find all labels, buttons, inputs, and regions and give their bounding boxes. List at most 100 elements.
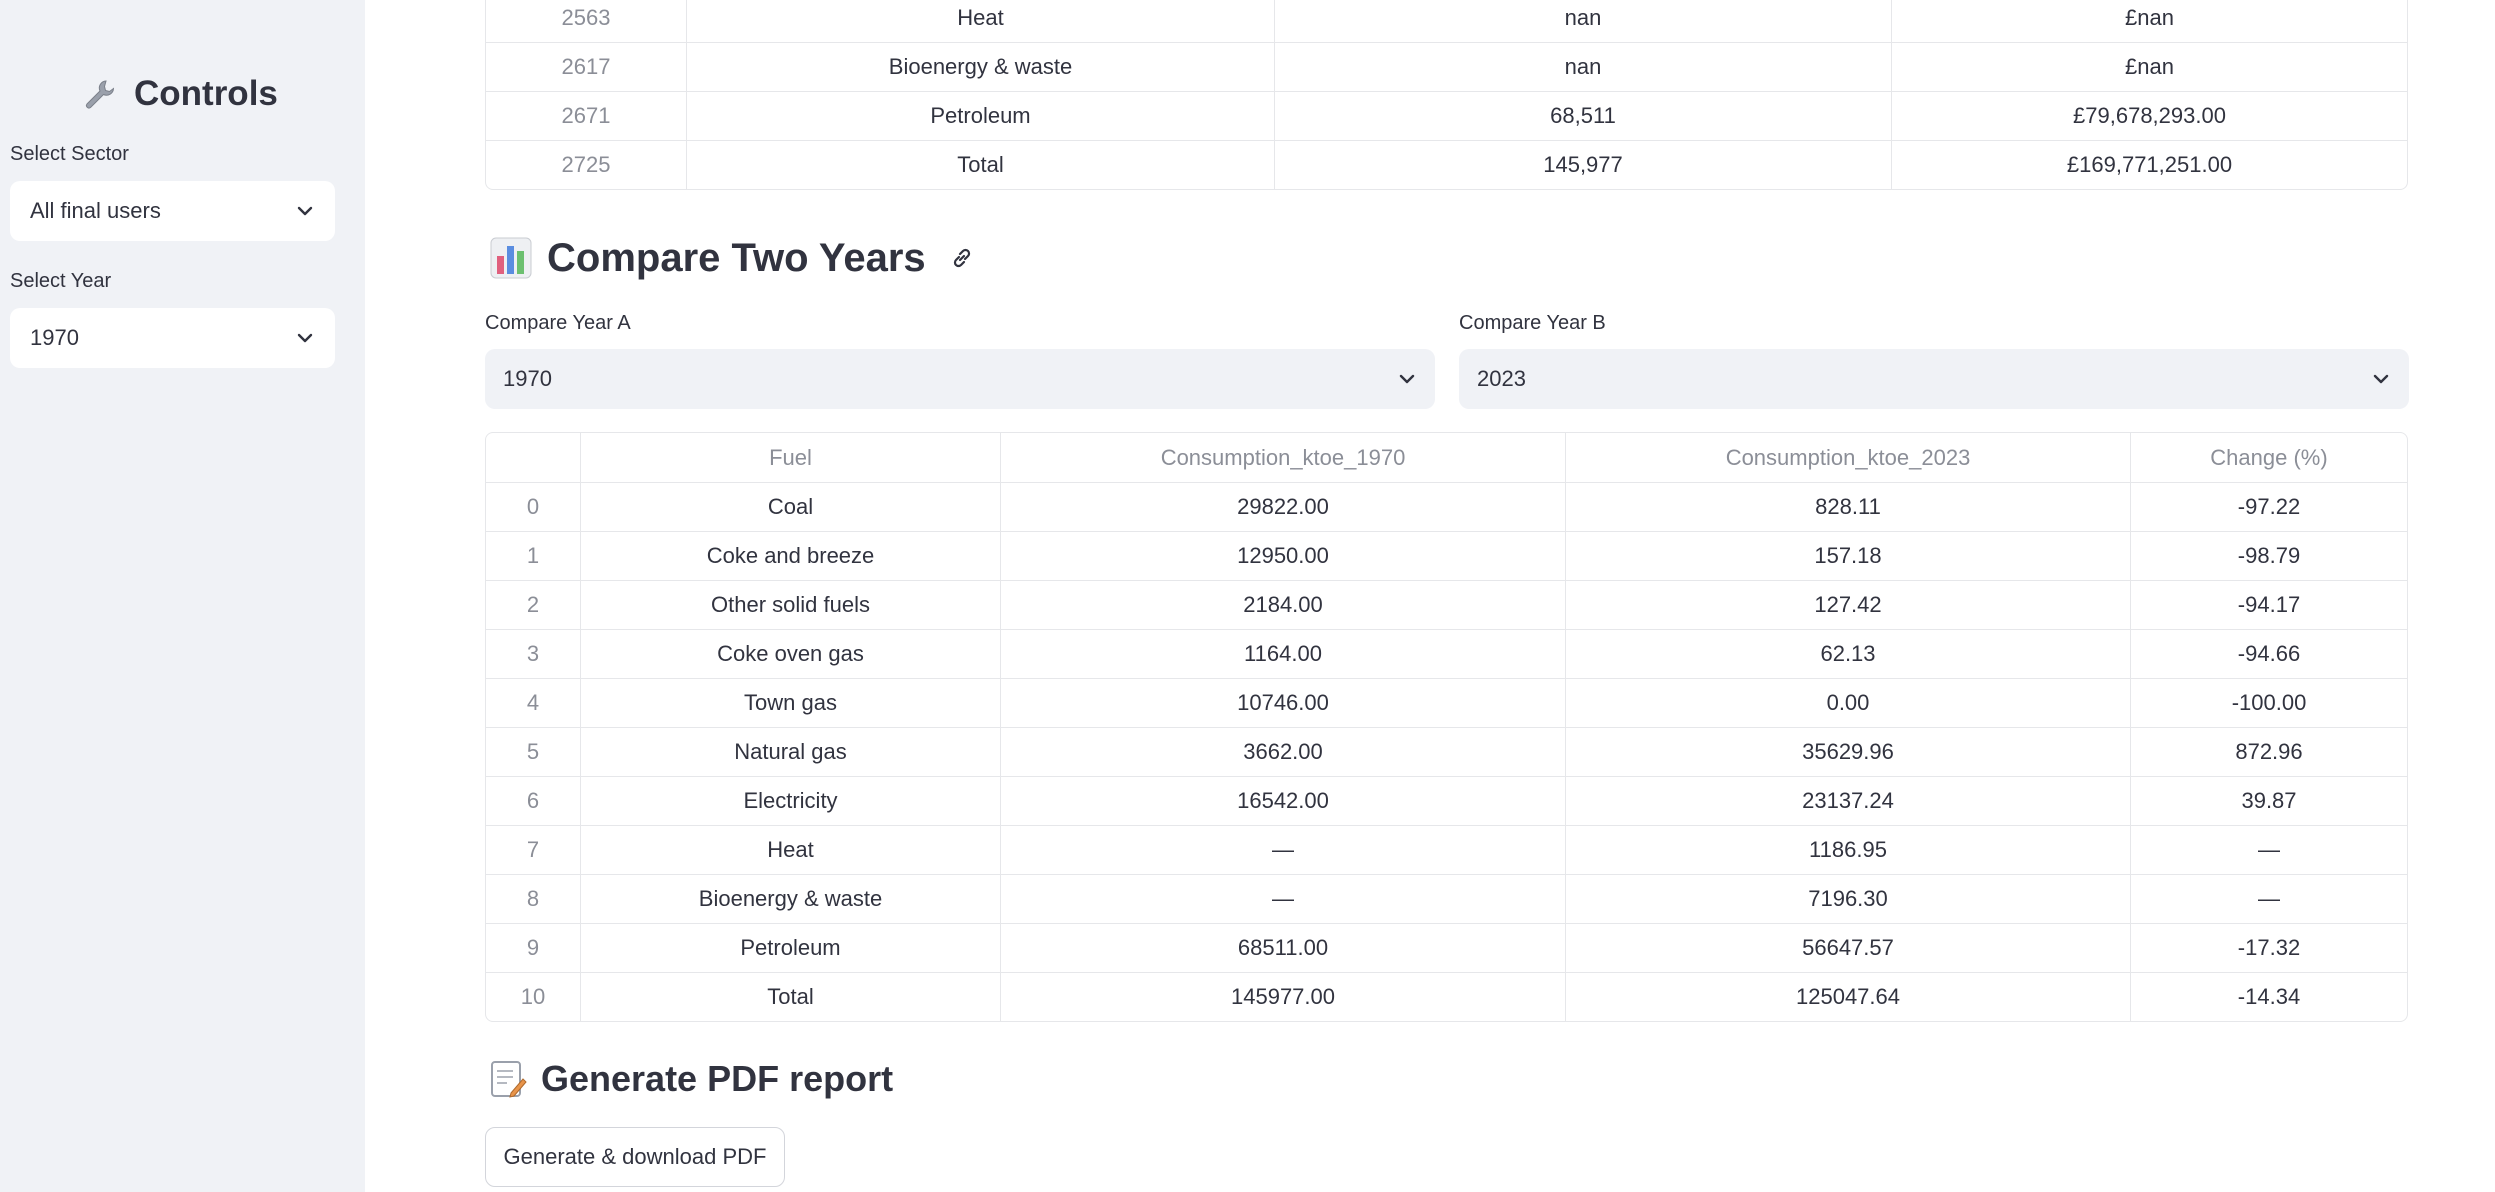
compare-table-header-cell[interactable] [486, 433, 580, 482]
compare-year-a-select[interactable]: 1970 [485, 349, 1435, 409]
compare-title: Compare Two Years [489, 230, 976, 286]
compare-table-index-cell: 0 [526, 494, 540, 519]
compare-table-header-cell[interactable]: Change (%) [2130, 433, 2407, 482]
cost-table-index-cell: 2563 [561, 4, 611, 30]
compare-table-index-cell: 1 [526, 543, 540, 568]
compare-table-cell: Natural gas [580, 728, 1000, 776]
cost-table-cell: 68,511 [1274, 92, 1891, 140]
compare-table-cell: 125047.64 [1565, 973, 2130, 1021]
compare-table-index-cell: 10 [520, 984, 546, 1009]
compare-table: Fuel Consumption_ktoe_1970 Consumption_kto… [485, 432, 2408, 1022]
sector-select[interactable]: All final users [10, 181, 335, 241]
cost-table-cell: nan [1274, 43, 1891, 91]
compare-table-cell: — [1000, 826, 1565, 874]
sidebar: Controls Select Sector All final users S… [0, 0, 365, 1192]
year-select[interactable]: 1970 [10, 308, 335, 368]
compare-table-cell: 127.42 [1565, 581, 2130, 629]
compare-table-cell: 145977.00 [1000, 973, 1565, 1021]
year-select-value: 1970 [30, 325, 79, 350]
cost-table-cell: £169,771,251.00 [1891, 141, 2407, 189]
compare-table-cell: 2184.00 [1000, 581, 1565, 629]
compare-table-cell: 39.87 [2130, 777, 2407, 825]
cost-table-index-cell: 2617 [561, 54, 611, 79]
sector-label: Select Sector [10, 143, 129, 165]
sidebar-title-text: Controls [134, 74, 278, 113]
compare-table-cell: Petroleum [580, 924, 1000, 972]
compare-table-cell: 16542.00 [1000, 777, 1565, 825]
compare-table-cell: -97.22 [2130, 483, 2407, 531]
link-icon[interactable] [948, 244, 976, 272]
compare-table-row: 9 Petroleum 68511.00 56647.57 -17.32 [486, 923, 2407, 972]
compare-table-cell: Coke oven gas [580, 630, 1000, 678]
compare-table-row: 0 Coal 29822.00 828.11 -97.22 [486, 482, 2407, 531]
compare-table-cell: -94.17 [2130, 581, 2407, 629]
compare-table-cell: — [2130, 826, 2407, 874]
sector-select-value: All final users [30, 198, 161, 223]
compare-table-cell: 157.18 [1565, 532, 2130, 580]
compare-table-cell: 12950.00 [1000, 532, 1565, 580]
compare-year-a-label: Compare Year A [485, 312, 631, 334]
compare-table-cell: Town gas [580, 679, 1000, 727]
compare-table-row: 7 Heat —1186.95— [486, 825, 2407, 874]
compare-table-row: 10 Total 145977.00 125047.64 -14.34 [486, 972, 2407, 1021]
compare-table-cell: -14.34 [2130, 973, 2407, 1021]
compare-table-cell: 0.00 [1565, 679, 2130, 727]
compare-table-cell: Bioenergy & waste [580, 875, 1000, 923]
cost-table-cell: 145,977 [1274, 141, 1891, 189]
compare-year-b-value: 2023 [1477, 366, 1526, 391]
cost-table-index-cell: 2671 [561, 103, 611, 128]
cost-table-index-cell: 2725 [561, 152, 611, 177]
compare-table-row: 6 Electricity 16542.00 23137.24 39.87 [486, 776, 2407, 825]
cost-table-row: 2671 Petroleum 68,511 £79,678,293.00 [486, 91, 2407, 140]
compare-table-cell: 35629.96 [1565, 728, 2130, 776]
compare-table-cell: 56647.57 [1565, 924, 2130, 972]
compare-table-row: 1 Coke and breeze 12950.00 157.18 -98.79 [486, 531, 2407, 580]
compare-table-index-cell: 7 [526, 837, 540, 862]
compare-table-header-row: Fuel Consumption_ktoe_1970 Consumption_kto… [486, 433, 2407, 482]
compare-year-a-value: 1970 [503, 366, 552, 391]
pdf-title: Generate PDF report [489, 1054, 893, 1104]
cost-table-row: 2617 Bioenergy & waste nan £nan [486, 42, 2407, 91]
cost-table-cell: Bioenergy & waste [686, 43, 1274, 91]
cost-table-cell: £79,678,293.00 [1891, 92, 2407, 140]
compare-year-b-label: Compare Year B [1459, 312, 1606, 334]
memo-icon [491, 1061, 527, 1098]
compare-table-cell: 872.96 [2130, 728, 2407, 776]
chevron-down-icon [1399, 374, 1415, 384]
generate-pdf-button[interactable]: Generate & download PDF [485, 1127, 785, 1187]
compare-table-cell: 828.11 [1565, 483, 2130, 531]
compare-table-index-cell: 2 [526, 592, 540, 617]
sidebar-title: Controls [82, 70, 278, 118]
compare-table-row: 2 Other solid fuels 2184.00 127.42 -94.17 [486, 580, 2407, 629]
cost-table-cell: nan [1274, 0, 1891, 42]
compare-table-index-cell: 6 [526, 788, 540, 813]
compare-table-header-cell[interactable]: Consumption_ktoe_2023 [1565, 433, 2130, 482]
compare-table-cell: 1186.95 [1565, 826, 2130, 874]
cost-table-cell: £nan [1891, 43, 2407, 91]
compare-year-b-select[interactable]: 2023 [1459, 349, 2409, 409]
compare-table-cell: Total [580, 973, 1000, 1021]
compare-table-cell: -17.32 [2130, 924, 2407, 972]
compare-table-cell: -100.00 [2130, 679, 2407, 727]
compare-table-cell: 68511.00 [1000, 924, 1565, 972]
compare-table-cell: Coke and breeze [580, 532, 1000, 580]
compare-table-header-cell[interactable]: Fuel [580, 433, 1000, 482]
compare-table-cell: -94.66 [2130, 630, 2407, 678]
compare-table-index-cell: 8 [526, 886, 540, 911]
year-label: Select Year [10, 270, 112, 292]
compare-table-cell: 3662.00 [1000, 728, 1565, 776]
compare-table-index-cell: 5 [526, 739, 540, 764]
bar-chart-icon [490, 237, 532, 279]
compare-table-cell: 29822.00 [1000, 483, 1565, 531]
compare-table-cell: Coal [580, 483, 1000, 531]
compare-table-header-cell[interactable]: Consumption_ktoe_1970 [1000, 433, 1565, 482]
cost-table: 2563 Heat nan £nan 2617 Bioenergy & waste nan £… [485, 0, 2408, 190]
compare-table-cell: — [1000, 875, 1565, 923]
compare-table-row: 8 Bioenergy & waste —7196.30— [486, 874, 2407, 923]
chevron-down-icon [297, 206, 313, 216]
cost-table-cell: Petroleum [686, 92, 1274, 140]
pdf-title-text: Generate PDF report [541, 1058, 894, 1099]
compare-table-cell: Heat [580, 826, 1000, 874]
compare-table-cell: 23137.24 [1565, 777, 2130, 825]
compare-table-cell: 10746.00 [1000, 679, 1565, 727]
